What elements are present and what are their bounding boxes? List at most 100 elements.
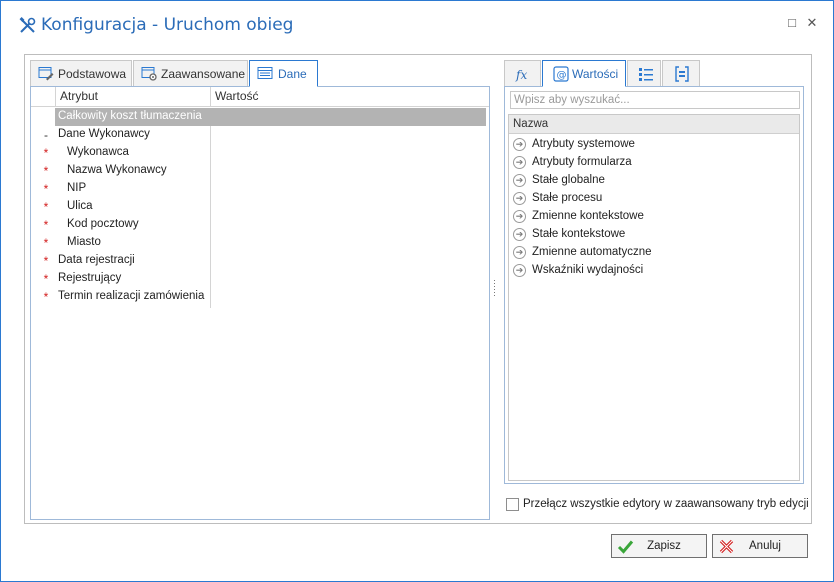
tab-fields[interactable] xyxy=(662,60,700,87)
arrow-right-circle-icon: ➔ xyxy=(513,246,526,259)
table-row[interactable]: Całkowity koszt tłumaczenia xyxy=(31,108,489,126)
list-icon xyxy=(639,68,653,81)
tab-functions[interactable]: fx xyxy=(504,60,541,87)
tab-zaawansowane[interactable]: Zaawansowane xyxy=(133,60,248,87)
form-edit-icon xyxy=(38,67,54,81)
form-settings-icon xyxy=(141,67,157,81)
maximize-button[interactable]: □ xyxy=(784,15,800,31)
bracket-field-icon xyxy=(675,66,689,82)
table-row[interactable]: * Nazwa Wykonawcy xyxy=(31,162,489,180)
required-marker: * xyxy=(43,218,49,232)
table-row[interactable]: * Rejestrujący xyxy=(31,270,489,288)
close-button[interactable]: ✕ xyxy=(804,15,820,31)
list-item-label: Stałe procesu xyxy=(532,192,603,204)
save-button[interactable]: Zapisz xyxy=(611,534,707,558)
at-value-icon: @ xyxy=(553,66,569,82)
main-panel: Podstawowa Zaawansowane Dane Atrybut War… xyxy=(24,54,812,524)
row-name: NIP xyxy=(67,182,87,194)
table-row[interactable]: * Wykonawca xyxy=(31,144,489,162)
arrow-right-circle-icon: ➔ xyxy=(513,264,526,277)
list-item-label: Wskaźniki wydajności xyxy=(532,264,644,276)
list-item[interactable]: ➔ Stałe procesu xyxy=(513,190,793,208)
arrow-right-circle-icon: ➔ xyxy=(513,156,526,169)
required-marker: * xyxy=(43,146,49,160)
svg-text:fx: fx xyxy=(515,68,527,82)
configuration-dialog: Konfiguracja - Uruchom obieg □ ✕ Podstaw… xyxy=(0,0,834,582)
table-row[interactable]: * Ulica xyxy=(31,198,489,216)
table-row[interactable]: * NIP xyxy=(31,180,489,198)
save-label: Zapisz xyxy=(647,540,681,552)
row-name: Nazwa Wykonawcy xyxy=(67,164,167,176)
arrow-right-circle-icon: ➔ xyxy=(513,174,526,187)
tab-wartosci[interactable]: @ Wartości xyxy=(542,60,626,87)
dialog-title: Konfiguracja - Uruchom obieg xyxy=(41,15,294,35)
list-item[interactable]: ➔ Atrybuty systemowe xyxy=(513,136,793,154)
svg-text:@: @ xyxy=(557,70,567,81)
row-name: Ulica xyxy=(67,200,93,212)
title-bar: Konfiguracja - Uruchom obieg □ ✕ xyxy=(1,1,833,51)
tab-label: Wartości xyxy=(572,67,619,81)
required-marker: * xyxy=(43,272,49,286)
list-item-label: Stałe kontekstowe xyxy=(532,228,626,240)
list-item-label: Atrybuty systemowe xyxy=(532,138,635,150)
row-name: Całkowity koszt tłumaczenia xyxy=(58,110,202,122)
advanced-mode-toggle[interactable]: Przełącz wszystkie edytory w zaawansowan… xyxy=(506,497,809,513)
list-item-label: Stałe globalne xyxy=(532,174,605,186)
arrow-right-circle-icon: ➔ xyxy=(513,228,526,241)
list-item[interactable]: ➔ Wskaźniki wydajności xyxy=(513,262,793,280)
cancel-button[interactable]: Anuluj xyxy=(712,534,808,558)
tab-podstawowa[interactable]: Podstawowa xyxy=(30,60,132,87)
required-marker: * xyxy=(43,236,49,250)
row-name: Termin realizacji zamówienia xyxy=(58,290,205,302)
list-item-label: Zmienne automatyczne xyxy=(532,246,652,258)
function-fx-icon: fx xyxy=(515,68,527,82)
tab-label: Podstawowa xyxy=(58,67,127,81)
table-row[interactable]: - Dane Wykonawcy xyxy=(31,126,489,144)
list-item[interactable]: ➔ Stałe globalne xyxy=(513,172,793,190)
column-header-attribute[interactable]: Atrybut xyxy=(55,87,210,107)
data-table-icon xyxy=(257,67,273,79)
tools-icon xyxy=(19,17,36,33)
list-item-label: Zmienne kontekstowe xyxy=(532,210,644,222)
list-item[interactable]: ➔ Atrybuty formularza xyxy=(513,154,793,172)
arrow-right-circle-icon: ➔ xyxy=(513,192,526,205)
panel-splitter[interactable] xyxy=(493,280,496,300)
list-item-label: Atrybuty formularza xyxy=(532,156,632,168)
values-list: Nazwa ➔ Atrybuty systemowe ➔ Atrybuty fo… xyxy=(508,114,800,481)
required-marker: * xyxy=(43,290,49,304)
required-marker: * xyxy=(43,164,49,178)
table-row[interactable]: * Kod pocztowy xyxy=(31,216,489,234)
row-name: Data rejestracji xyxy=(58,254,135,266)
list-item[interactable]: ➔ Zmienne automatyczne xyxy=(513,244,793,262)
arrow-right-circle-icon: ➔ xyxy=(513,210,526,223)
search-input[interactable] xyxy=(510,91,800,109)
column-header-value[interactable]: Wartość xyxy=(210,87,488,107)
advanced-mode-checkbox[interactable] xyxy=(506,498,519,511)
required-marker: * xyxy=(43,200,49,214)
grid-header: Atrybut Wartość xyxy=(31,87,489,107)
values-panel: Nazwa ➔ Atrybuty systemowe ➔ Atrybuty fo… xyxy=(504,86,804,484)
row-name: Wykonawca xyxy=(67,146,129,158)
collapse-marker[interactable]: - xyxy=(41,128,51,142)
row-name: Miasto xyxy=(67,236,101,248)
required-marker: * xyxy=(43,254,49,268)
tab-list[interactable] xyxy=(627,60,661,87)
tab-dane[interactable]: Dane xyxy=(249,60,318,87)
tab-label: Dane xyxy=(278,67,307,81)
list-item[interactable]: ➔ Stałe kontekstowe xyxy=(513,226,793,244)
tab-label: Zaawansowane xyxy=(161,67,246,81)
attributes-grid: Atrybut Wartość Całkowity koszt tłumacze… xyxy=(30,86,490,520)
cancel-label: Anuluj xyxy=(749,540,781,552)
list-item[interactable]: ➔ Zmienne kontekstowe xyxy=(513,208,793,226)
advanced-mode-label: Przełącz wszystkie edytory w zaawansowan… xyxy=(523,498,809,510)
table-row[interactable]: * Termin realizacji zamówienia xyxy=(31,288,489,306)
table-row[interactable]: * Data rejestracji xyxy=(31,252,489,270)
row-name: Rejestrujący xyxy=(58,272,122,284)
grid-body: Całkowity koszt tłumaczenia - Dane Wykon… xyxy=(31,108,489,308)
arrow-right-circle-icon: ➔ xyxy=(513,138,526,151)
required-marker: * xyxy=(43,182,49,196)
list-header-name[interactable]: Nazwa xyxy=(509,115,799,134)
table-row[interactable]: * Miasto xyxy=(31,234,489,252)
row-name: Kod pocztowy xyxy=(67,218,139,230)
row-name: Dane Wykonawcy xyxy=(58,128,150,140)
